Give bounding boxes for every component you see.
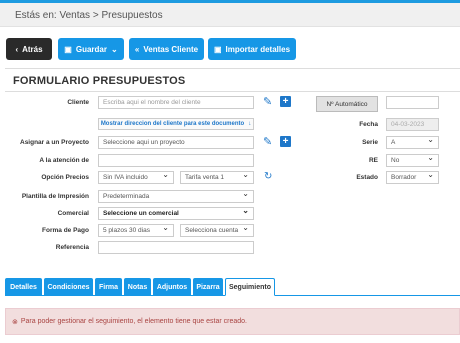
comercial-select[interactable]: Seleccione un comercial (98, 207, 254, 220)
import-details-button[interactable]: ▣ Importar detalles (208, 38, 296, 60)
form-title: FORMULARIO PRESUPUESTOS (13, 75, 186, 87)
arrow-down-icon: ↓ (248, 121, 252, 127)
tab-condiciones[interactable]: Condiciones (44, 278, 93, 296)
label-plantilla: Plantilla de Impresión (21, 193, 89, 200)
fecha-input[interactable]: 04-03-2023 (386, 118, 439, 131)
chevron-left-icon: ‹ (15, 44, 19, 54)
numero-automatico-field: Nº Automático (316, 96, 378, 112)
breadcrumb-text: Estás en: Ventas > Presupuestos (15, 10, 163, 21)
breadcrumb: Estás en: Ventas > Presupuestos (0, 3, 460, 27)
estado-select[interactable]: Borrador (386, 171, 439, 184)
refresh-icon[interactable]: ↻ (264, 172, 272, 182)
cuenta-select[interactable]: Selecciona cuenta (180, 224, 254, 237)
label-opcion-precios: Opción Precios (41, 174, 89, 181)
save-icon: ▣ (64, 44, 72, 54)
save-button[interactable]: ▣ Guardar ⌄ (58, 38, 124, 60)
sales-client-button[interactable]: « Ventas Cliente (129, 38, 204, 60)
label-serie: Serie (362, 139, 378, 146)
title-divider (5, 91, 460, 92)
forma-pago-select[interactable]: 5 plazos 30 dias (98, 224, 174, 237)
label-comercial: Comercial (57, 210, 89, 217)
tab-pizarra[interactable]: Pizarra (193, 278, 223, 296)
back-button-label: Atrás (22, 44, 43, 54)
tab-firma[interactable]: Firma (95, 278, 122, 296)
tab-detalles[interactable]: Detalles (5, 278, 42, 296)
label-atencion: A la atención de (39, 157, 89, 164)
add-icon[interactable]: + (280, 136, 291, 147)
edit-icon[interactable]: ✎ (263, 136, 275, 148)
import-details-button-label: Importar detalles (225, 44, 291, 54)
error-circle-icon: ⊗ (12, 318, 18, 326)
cliente-input[interactable]: Escriba aqui el nombre del cliente (98, 96, 254, 109)
label-re: RE (368, 157, 378, 164)
label-referencia: Referencia (55, 244, 89, 251)
label-forma-pago: Forma de Pago (42, 227, 89, 234)
save-icon: ▣ (213, 44, 222, 54)
sales-client-button-label: Ventas Cliente (143, 44, 199, 54)
label-cliente: Cliente (67, 99, 89, 106)
add-icon[interactable]: + (280, 96, 291, 107)
referencia-input[interactable] (98, 241, 254, 254)
proyecto-input[interactable]: Seleccione aqui un proyecto (98, 136, 254, 149)
iva-select[interactable]: Sin IVA incluido (98, 171, 174, 184)
mostrar-direccion-link[interactable]: Mostrar direccion del cliente para este … (98, 118, 254, 130)
atencion-input[interactable] (98, 154, 254, 167)
error-alert: ⊗ Para poder gestionar el seguimiento, e… (5, 308, 460, 335)
back-button[interactable]: ‹ Atrás (6, 38, 52, 60)
chevron-down-icon: ⌄ (110, 44, 118, 54)
tab-bar: Detalles Condiciones Firma Notas Adjunto… (5, 278, 460, 296)
save-button-label: Guardar (75, 44, 107, 54)
plantilla-select[interactable]: Predeterminada (98, 190, 254, 203)
numero-input[interactable] (386, 96, 439, 109)
label-fecha: Fecha (359, 121, 378, 128)
mostrar-direccion-label: Mostrar direccion del cliente para este … (100, 121, 245, 127)
alert-text: Para poder gestionar el seguimiento, el … (20, 318, 247, 325)
tab-adjuntos[interactable]: Adjuntos (153, 278, 191, 296)
serie-select[interactable]: A (386, 136, 439, 149)
tab-seguimiento[interactable]: Seguimiento (225, 278, 275, 296)
label-estado: Estado (356, 174, 378, 181)
tarifa-select[interactable]: Tarifa venta 1 (180, 171, 254, 184)
label-proyecto: Asignar a un Proyecto (20, 139, 89, 146)
edit-icon[interactable]: ✎ (263, 96, 275, 108)
chevron-double-left-icon: « (134, 44, 140, 54)
tab-notas[interactable]: Notas (124, 278, 151, 296)
re-select[interactable]: No (386, 154, 439, 167)
